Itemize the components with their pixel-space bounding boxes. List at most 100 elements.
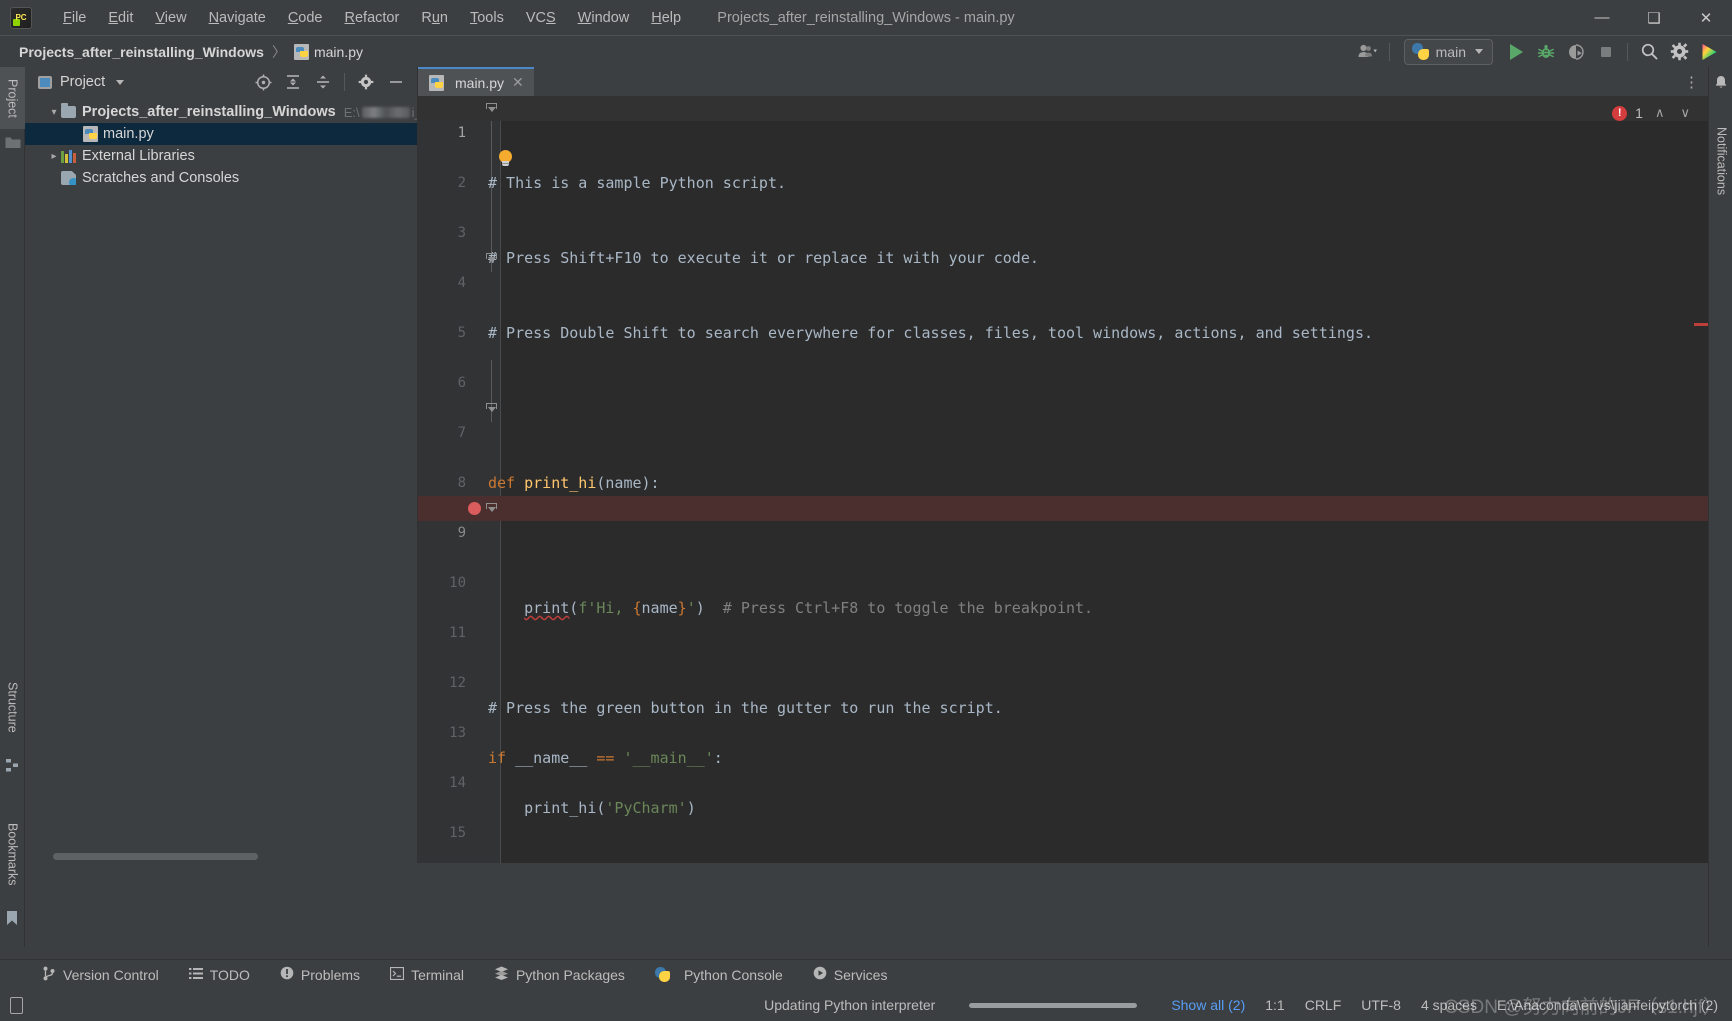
stripe-folder-icon[interactable] <box>5 135 21 151</box>
menu-window-key: W <box>578 10 592 26</box>
python-interpreter[interactable]: E:\Anaconda\envs\jianfeipytorch (2) <box>1497 997 1718 1013</box>
tool-button-terminal[interactable]: Terminal <box>380 964 474 986</box>
menu-vcs-pre: VC <box>526 10 546 26</box>
toolbar-separator-2 <box>1627 43 1628 61</box>
project-tool-window: Project <box>25 67 417 863</box>
tool-button-problems[interactable]: Problems <box>270 963 370 986</box>
notifications-bell-icon[interactable] <box>1714 75 1728 89</box>
debug-button[interactable] <box>1531 39 1561 65</box>
hide-panel-icon[interactable] <box>381 69 411 95</box>
menu-run[interactable]: Run <box>410 5 459 31</box>
library-icon <box>61 150 76 163</box>
progress-bar <box>969 1003 1137 1008</box>
breadcrumb-project[interactable]: Projects_after_reinstalling_Windows <box>14 42 269 62</box>
tree-row-external-libraries[interactable]: ▸ External Libraries <box>25 145 417 167</box>
menu-window[interactable]: Window <box>567 5 641 31</box>
next-error-icon[interactable]: ∨ <box>1676 105 1694 121</box>
ai-assistant-icon[interactable] <box>1694 39 1724 65</box>
menu-code[interactable]: Code <box>277 5 334 31</box>
project-panel-title: Project <box>60 74 105 90</box>
stripe-bookmarks-button[interactable]: Bookmarks <box>0 807 25 902</box>
previous-error-icon[interactable]: ∧ <box>1651 105 1669 121</box>
account-icon[interactable] <box>1353 39 1383 65</box>
indent-setting[interactable]: 4 spaces <box>1421 997 1477 1013</box>
ide-widgets-icon[interactable] <box>10 997 23 1014</box>
tool-button-python-console[interactable]: Python Console <box>645 964 793 986</box>
line-number: 15 <box>418 821 466 846</box>
line-number: 6 <box>418 371 466 396</box>
run-with-coverage-button[interactable] <box>1561 39 1591 65</box>
project-view-chevron-down-icon[interactable] <box>116 80 124 85</box>
tree-path-prefix: E:\ <box>344 105 360 120</box>
run-button[interactable] <box>1501 39 1531 65</box>
menu-refactor[interactable]: Refactor <box>334 5 411 31</box>
breadcrumb-file-label: main.py <box>314 44 363 60</box>
minimize-button[interactable]: — <box>1576 0 1628 35</box>
line-number: 14 <box>418 771 466 796</box>
breakpoint-icon[interactable] <box>468 502 481 515</box>
menu-help[interactable]: Help <box>640 5 692 31</box>
breadcrumb-file[interactable]: main.py <box>289 42 368 62</box>
progress-bar-fill <box>969 1003 1137 1008</box>
fold-toggle-icon[interactable] <box>486 253 497 264</box>
status-message: Updating Python interpreter <box>764 997 935 1013</box>
right-tool-stripe: Notifications <box>1708 67 1732 947</box>
gear-icon[interactable] <box>1664 39 1694 65</box>
tree-row-project-root[interactable]: ▾ Projects_after_reinstalling_Windows E:… <box>25 101 417 123</box>
tool-button-python-packages[interactable]: Python Packages <box>484 963 635 986</box>
project-horizontal-scrollbar[interactable] <box>53 853 258 860</box>
chevron-right-icon[interactable]: ▸ <box>47 151 61 162</box>
caret-position[interactable]: 1:1 <box>1265 997 1284 1013</box>
menu-view[interactable]: View <box>144 5 197 31</box>
project-tree: ▾ Projects_after_reinstalling_Windows E:… <box>25 101 417 189</box>
chevron-expanded-icon[interactable]: ▾ <box>47 107 61 118</box>
tool-button-services[interactable]: Services <box>803 963 898 986</box>
stripe-structure-icon[interactable] <box>5 757 21 773</box>
line-separator[interactable]: CRLF <box>1305 997 1342 1013</box>
stop-button[interactable] <box>1591 39 1621 65</box>
show-all-link[interactable]: Show all (2) <box>1171 997 1245 1013</box>
file-encoding[interactable]: UTF-8 <box>1361 997 1401 1013</box>
inspection-status-widget[interactable]: ! 1 ∧ ∨ <box>1612 101 1694 125</box>
code-line-9: 9 print(f'Hi, {name}') # Press Ctrl+F8 t… <box>418 496 1708 521</box>
menu-edit[interactable]: Edit <box>97 5 144 31</box>
menu-tools[interactable]: Tools <box>459 5 515 31</box>
code-editor[interactable]: ! 1 ∧ ∨ 1 # This is a sample Python scri… <box>418 96 1708 863</box>
menu-file[interactable]: File <box>52 5 97 31</box>
fold-toggle-icon[interactable] <box>486 403 497 414</box>
stripe-bookmark-icon[interactable] <box>5 910 21 926</box>
tool-button-label: TODO <box>210 967 250 983</box>
expand-all-icon[interactable] <box>278 69 308 95</box>
tool-button-todo[interactable]: TODO <box>179 964 260 986</box>
collapse-all-icon[interactable] <box>308 69 338 95</box>
stripe-structure-button[interactable]: Structure <box>0 667 25 747</box>
maximize-button[interactable]: ❑ <box>1628 0 1680 35</box>
close-button[interactable]: ✕ <box>1680 0 1732 35</box>
project-settings-gear-icon[interactable] <box>351 69 381 95</box>
fold-toggle-icon[interactable] <box>486 503 497 514</box>
packages-icon <box>494 966 509 983</box>
tree-label-project-root: Projects_after_reinstalling_Windows <box>82 104 336 120</box>
select-opened-file-icon[interactable] <box>248 69 278 95</box>
editor-tabs-options-icon[interactable]: ⋮ <box>1684 67 1700 96</box>
tool-button-version-control[interactable]: Version Control <box>32 963 169 987</box>
menu-tools-post: ools <box>477 10 504 26</box>
menu-view-key: V <box>155 10 164 26</box>
editor-tab-main-py[interactable]: main.py ✕ <box>418 67 534 96</box>
close-icon[interactable]: ✕ <box>510 74 526 91</box>
project-toolbar-separator <box>344 73 345 91</box>
search-icon[interactable] <box>1634 39 1664 65</box>
menu-navigate[interactable]: Navigate <box>198 5 277 31</box>
stripe-notifications-button[interactable]: Notifications <box>1709 95 1732 227</box>
menu-vcs[interactable]: VCS <box>515 5 567 31</box>
tree-row-main-py[interactable]: main.py <box>25 123 417 145</box>
stripe-project-button[interactable]: Project <box>0 67 25 129</box>
project-window-icon <box>38 76 52 89</box>
run-configuration-selector[interactable]: main <box>1404 39 1493 65</box>
tree-row-scratches[interactable]: Scratches and Consoles <box>25 167 417 189</box>
line-number: 4 <box>418 271 466 296</box>
python-icon <box>1412 43 1429 60</box>
intention-bulb-icon[interactable] <box>498 150 513 167</box>
fold-toggle-icon[interactable] <box>486 103 497 114</box>
menu-window-post: indow <box>591 10 629 26</box>
